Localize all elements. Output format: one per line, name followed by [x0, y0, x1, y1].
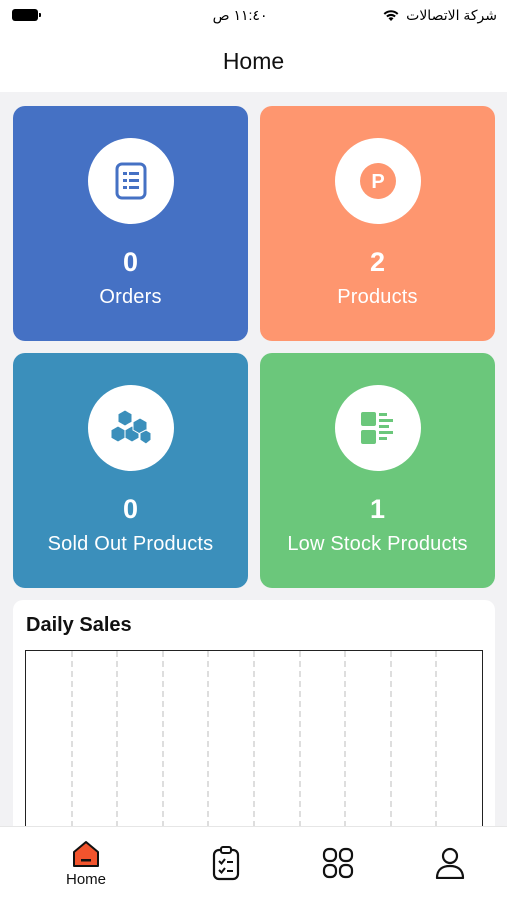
sold-out-icon-circle — [87, 385, 174, 471]
status-bar: ١١:٤٠ ص شركة الاتصالات — [0, 0, 507, 30]
orders-count: 0 — [122, 247, 139, 277]
page-title: Home — [222, 47, 285, 74]
profile-icon — [435, 847, 465, 879]
product-p-icon: P — [359, 163, 396, 199]
carrier-name: شركة الاتصالات — [406, 6, 497, 23]
products-count: 2 — [369, 247, 386, 277]
home-icon — [73, 841, 99, 867]
clipboard-icon — [212, 846, 240, 881]
tab-catalog[interactable] — [308, 827, 368, 900]
orders-card[interactable]: 0 Orders — [13, 106, 248, 341]
sold-out-count: 0 — [122, 494, 139, 524]
daily-sales-title: Daily Sales — [26, 614, 132, 636]
low-stock-count: 1 — [369, 494, 386, 524]
sold-out-label: Sold Out Products — [47, 533, 214, 555]
status-time: ١١:٤٠ ص — [212, 6, 268, 23]
page-header: Home — [0, 30, 507, 92]
tab-home[interactable]: Home — [56, 827, 116, 900]
boxes-icon — [110, 409, 151, 445]
svg-text:P: P — [371, 171, 384, 193]
tab-orders[interactable] — [196, 827, 256, 900]
tab-profile[interactable] — [420, 827, 480, 900]
orders-list-icon — [115, 162, 146, 200]
stock-list-icon — [360, 412, 393, 444]
sold-out-card[interactable]: 0 Sold Out Products — [13, 353, 248, 588]
tab-bar: Home — [0, 826, 507, 900]
grid-icon — [322, 847, 354, 879]
tab-home-label: Home — [65, 871, 106, 888]
low-stock-card[interactable]: 1 Low Stock Products — [260, 353, 495, 588]
low-stock-label: Low Stock Products — [287, 533, 468, 555]
battery-icon — [12, 9, 41, 21]
orders-label: Orders — [99, 286, 162, 308]
summary-cards: 0 Orders P 2 Products 0 Sold Out Product… — [13, 106, 495, 588]
products-card[interactable]: P 2 Products — [260, 106, 495, 341]
low-stock-icon-circle — [334, 385, 421, 471]
wifi-icon — [383, 10, 399, 21]
products-icon-circle: P — [334, 138, 421, 224]
daily-sales-panel: Daily Sales — [13, 600, 495, 871]
orders-icon-circle — [87, 138, 174, 224]
products-label: Products — [337, 286, 418, 308]
